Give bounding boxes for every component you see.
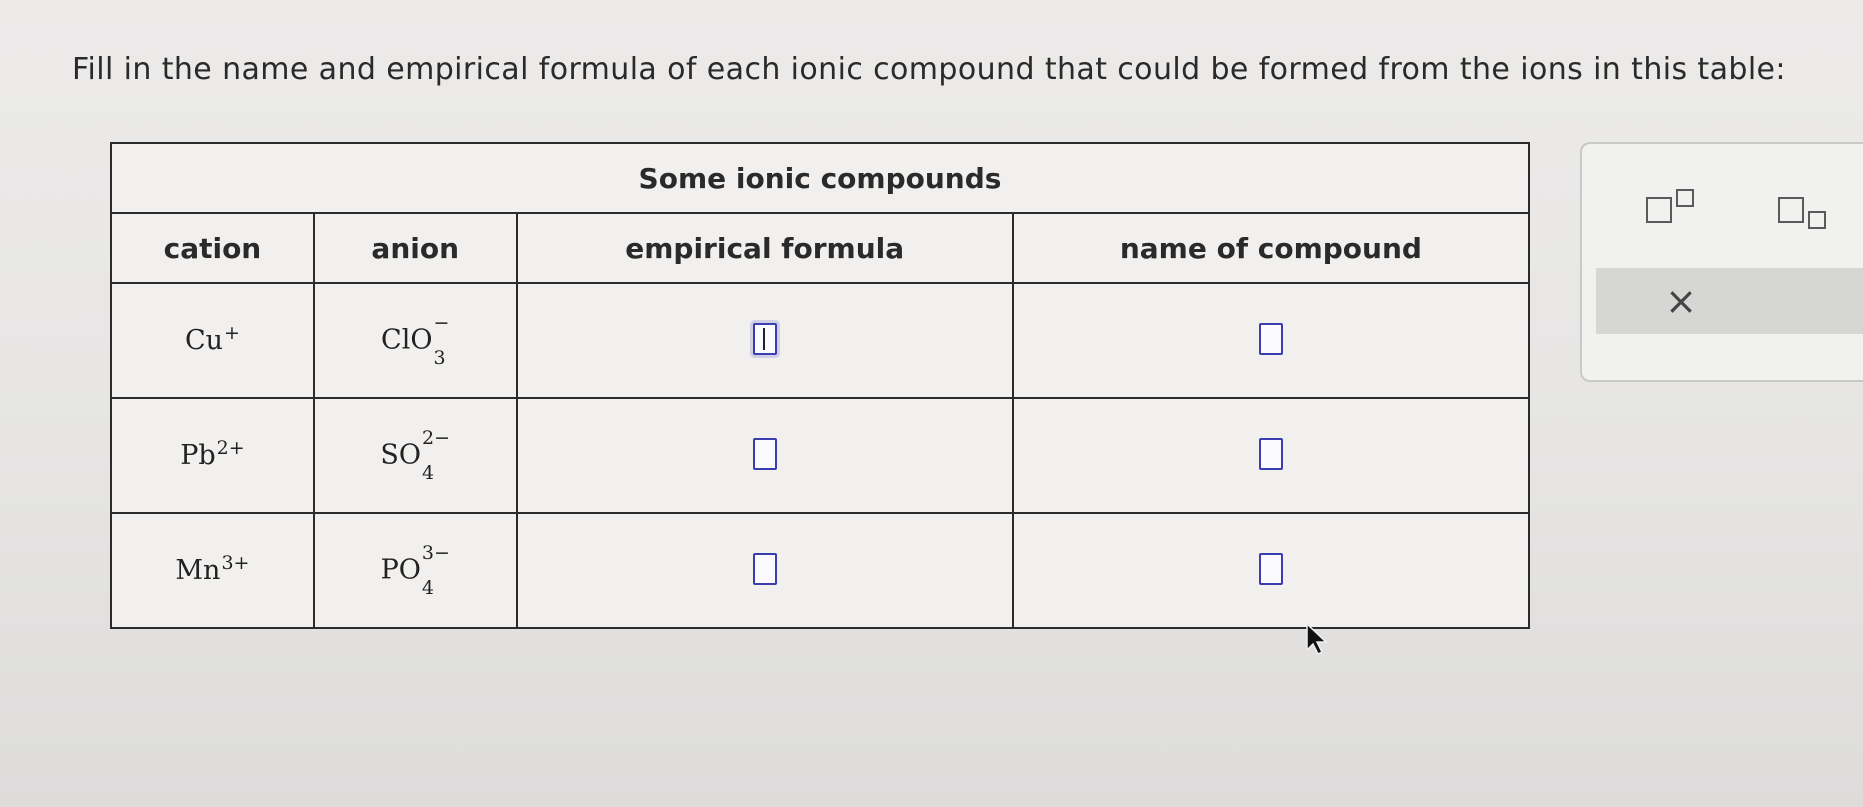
superscript-template-icon	[1646, 197, 1672, 223]
subscript-button[interactable]	[1762, 180, 1842, 240]
anion-ion: PO 3− 4	[380, 543, 450, 597]
cation-ion: Mn 3+	[175, 552, 250, 587]
ion-charge: 3+	[221, 552, 250, 574]
ion-symbol: Pb	[180, 440, 216, 471]
compound-name-input[interactable]	[1258, 552, 1283, 585]
empirical-formula-input[interactable]	[752, 322, 777, 355]
table-row: Cu + ClO − 3	[110, 282, 1531, 399]
anion-cell: ClO − 3	[312, 282, 518, 399]
header-anion: anion	[312, 212, 518, 284]
ion-charge: 3−	[421, 541, 450, 564]
empirical-formula-input[interactable]	[752, 437, 777, 470]
superscript-button[interactable]	[1630, 180, 1710, 240]
superscript-box-icon	[1676, 189, 1694, 207]
ion-charge: 2+	[216, 437, 245, 459]
name-cell	[1011, 397, 1531, 514]
compound-name-input[interactable]	[1258, 437, 1283, 470]
question-prompt: Fill in the name and empirical formula o…	[72, 52, 1786, 87]
table-header-row: cation anion empirical formula name of c…	[110, 212, 1531, 284]
mouse-pointer-icon	[1306, 622, 1328, 656]
empirical-formula-input[interactable]	[752, 552, 777, 585]
anion-cell: SO 2− 4	[312, 397, 518, 514]
ion-subscript: 3	[433, 346, 446, 369]
ion-symbol: PO	[380, 554, 421, 585]
anion-ion: ClO − 3	[381, 313, 449, 367]
compound-name-input[interactable]	[1258, 322, 1283, 355]
table-row: Pb 2+ SO 2− 4	[110, 397, 1531, 514]
formula-cell	[515, 512, 1014, 629]
header-name-of-compound: name of compound	[1011, 212, 1531, 284]
cation-cell: Cu +	[110, 282, 315, 399]
ion-charge: −	[433, 311, 450, 334]
palette-action-row: ×	[1596, 268, 1863, 334]
ion-symbol: Cu	[184, 325, 223, 356]
ion-charge: 2−	[422, 426, 451, 449]
cation-ion: Pb 2+	[180, 437, 245, 472]
ion-subscript: 4	[422, 461, 435, 484]
math-input-palette: ×	[1580, 142, 1863, 382]
ion-charge: +	[224, 322, 240, 344]
header-cation: cation	[110, 212, 315, 284]
ion-symbol: ClO	[381, 324, 433, 355]
anion-ion: SO 2− 4	[380, 428, 450, 482]
ion-subscript: 4	[421, 576, 434, 599]
clear-button[interactable]: ×	[1596, 268, 1766, 334]
cation-cell: Pb 2+	[110, 397, 315, 514]
ionic-compounds-table: Some ionic compounds cation anion empiri…	[110, 142, 1531, 629]
subscript-template-icon	[1778, 197, 1804, 223]
header-empirical-formula: empirical formula	[515, 212, 1014, 284]
cation-cell: Mn 3+	[110, 512, 315, 629]
table-title: Some ionic compounds	[110, 142, 1530, 214]
ion-symbol: SO	[380, 439, 422, 470]
cation-ion: Cu +	[184, 322, 240, 357]
table-row: Mn 3+ PO 3− 4	[110, 512, 1531, 629]
formula-cell	[515, 282, 1014, 399]
name-cell	[1011, 512, 1531, 629]
ion-symbol: Mn	[175, 555, 221, 586]
table-title-row: Some ionic compounds	[110, 142, 1530, 214]
anion-cell: PO 3− 4	[312, 512, 518, 629]
formula-cell	[515, 397, 1014, 514]
name-cell	[1011, 282, 1531, 399]
subscript-box-icon	[1808, 211, 1826, 229]
